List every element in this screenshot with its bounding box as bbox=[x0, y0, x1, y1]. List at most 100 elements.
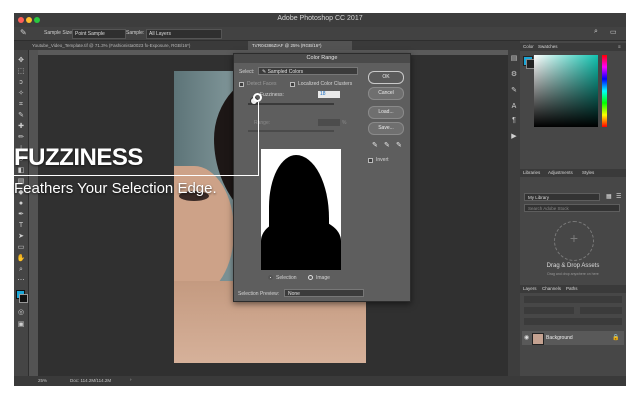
opacity-field[interactable] bbox=[580, 307, 622, 314]
search-icon[interactable]: ⌕ bbox=[594, 28, 598, 36]
color-picker-field[interactable] bbox=[534, 55, 598, 127]
range-label: Range: bbox=[254, 120, 271, 126]
grid-view-icon[interactable]: ▦ bbox=[606, 193, 612, 200]
paragraph-panel-icon[interactable]: ¶ bbox=[509, 116, 519, 125]
list-view-icon[interactable]: ☰ bbox=[616, 193, 621, 200]
dodge-tool-icon[interactable]: ● bbox=[16, 199, 26, 208]
zoom-level[interactable]: 25% bbox=[38, 378, 47, 383]
eyedropper-icon[interactable]: ✎ bbox=[372, 141, 378, 149]
character-panel-icon[interactable]: A bbox=[509, 102, 519, 111]
tab-channels[interactable]: Channels bbox=[542, 286, 561, 291]
color-panel-tabs: Color Swatches ≡ bbox=[520, 43, 626, 51]
tab-paths[interactable]: Paths bbox=[566, 286, 578, 291]
history-panel-icon[interactable]: ▤ bbox=[509, 54, 519, 63]
lasso-tool-icon[interactable]: ↄ bbox=[16, 78, 26, 87]
eyedropper-plus-icon[interactable]: ✎ bbox=[384, 141, 390, 149]
move-tool-icon[interactable]: ✥ bbox=[16, 56, 26, 65]
path-select-icon[interactable]: ➤ bbox=[16, 232, 26, 241]
callout-line-vertical bbox=[258, 102, 259, 176]
collapsed-panel-dock: ▤ ⚙ ✎ A ¶ ▶ bbox=[508, 50, 520, 376]
tab-adjustments[interactable]: Adjustments bbox=[548, 170, 573, 175]
overlay-title: FUZZINESS bbox=[14, 144, 143, 171]
properties-panel-icon[interactable]: ⚙ bbox=[509, 70, 519, 79]
dialog-title: Color Range bbox=[234, 54, 410, 63]
drop-zone[interactable]: + bbox=[554, 221, 594, 261]
screen-mode-icon[interactable]: ▣ bbox=[16, 320, 26, 329]
workspace-icon[interactable]: ▭ bbox=[610, 28, 617, 36]
zoom-tool-icon[interactable]: ⌕ bbox=[16, 265, 26, 274]
panel-menu-icon[interactable]: ≡ bbox=[618, 44, 621, 49]
plus-icon: + bbox=[569, 230, 579, 246]
layer-row-background[interactable]: ◉ Background 🔒 bbox=[522, 331, 624, 345]
more-tools-icon[interactable]: ⋯ bbox=[16, 276, 26, 285]
fuzziness-slider-track[interactable] bbox=[248, 103, 334, 105]
ok-button[interactable]: OK bbox=[368, 71, 404, 84]
range-unit: % bbox=[342, 120, 347, 126]
color-range-dialog: Color Range Select: ✎ Sampled Colors Det… bbox=[233, 53, 411, 302]
layer-thumbnail bbox=[532, 333, 544, 345]
sample-select[interactable]: All Layers bbox=[146, 29, 222, 39]
overlay-subtitle: Feathers Your Selection Edge. bbox=[14, 180, 217, 197]
sample-size-select[interactable]: Point Sample bbox=[72, 29, 126, 39]
layer-name: Background bbox=[546, 335, 573, 341]
hue-slider[interactable] bbox=[602, 55, 607, 127]
select-dropdown[interactable]: ✎ Sampled Colors bbox=[258, 67, 358, 75]
selection-radio-label: Selection bbox=[276, 275, 297, 281]
selection-preview-select[interactable]: None bbox=[284, 289, 364, 297]
drag-drop-title: Drag & Drop Assets bbox=[546, 263, 600, 269]
eyedropper-minus-icon[interactable]: ✎ bbox=[396, 141, 402, 149]
eyedropper-tool-icon[interactable]: ✎ bbox=[20, 28, 27, 37]
tab-layers[interactable]: Layers bbox=[523, 286, 537, 291]
title-bar: Adobe Photoshop CC 2017 bbox=[14, 13, 626, 27]
eyedropper-icon[interactable]: ✎ bbox=[16, 111, 26, 120]
quick-mask-icon[interactable]: ◎ bbox=[16, 308, 26, 317]
eyedropper-small-icon: ✎ bbox=[262, 69, 267, 75]
shape-tool-icon[interactable]: ▭ bbox=[16, 243, 26, 252]
select-label: Select: bbox=[239, 69, 255, 75]
cancel-button[interactable]: Cancel bbox=[368, 87, 404, 100]
tab-portrait[interactable]: Tx'R04386ZIAF @ 25% (RGB/16*) bbox=[248, 41, 352, 50]
options-bar: ✎ Sample Size: Point Sample Sample: All … bbox=[14, 27, 626, 41]
range-slider-track[interactable] bbox=[248, 130, 334, 132]
marquee-tool-icon[interactable]: ⬚ bbox=[16, 67, 26, 76]
invert-checkbox[interactable] bbox=[368, 158, 373, 163]
actions-panel-icon[interactable]: ▶ bbox=[509, 132, 519, 141]
selection-preview-thumbnail bbox=[261, 149, 341, 270]
layer-filter-bar[interactable] bbox=[524, 296, 622, 303]
crop-tool-icon[interactable]: ⌗ bbox=[16, 100, 26, 109]
fuzziness-callout-circle bbox=[253, 93, 262, 102]
brush-tool-icon[interactable]: ✏ bbox=[16, 133, 26, 142]
sample-size-label: Sample Size: bbox=[44, 30, 74, 36]
tab-youtube-template[interactable]: Youtube_Video_Template.tif @ 71.3% (Fash… bbox=[28, 41, 252, 50]
brush-panel-icon[interactable]: ✎ bbox=[509, 86, 519, 95]
save-button[interactable]: Save... bbox=[368, 122, 404, 135]
library-select[interactable]: My Library bbox=[524, 193, 600, 201]
blend-mode-select[interactable] bbox=[524, 307, 574, 314]
pen-tool-icon[interactable]: ✒ bbox=[16, 210, 26, 219]
detect-faces-checkbox[interactable] bbox=[239, 82, 244, 87]
tab-color[interactable]: Color bbox=[523, 44, 534, 49]
detect-faces-label: Detect Faces bbox=[247, 81, 277, 87]
tab-styles[interactable]: Styles bbox=[582, 170, 594, 175]
range-input[interactable] bbox=[318, 119, 340, 126]
visibility-eye-icon[interactable]: ◉ bbox=[524, 334, 529, 341]
quick-select-tool-icon[interactable]: ✧ bbox=[16, 89, 26, 98]
background-color-swatch[interactable] bbox=[19, 294, 28, 303]
library-search-input[interactable]: Search Adobe Stock bbox=[524, 204, 620, 212]
tab-swatches[interactable]: Swatches bbox=[538, 44, 558, 49]
type-tool-icon[interactable]: T bbox=[16, 221, 26, 230]
doc-size: Doc: 114.2M/114.2M bbox=[70, 378, 112, 383]
selection-radio[interactable] bbox=[268, 275, 273, 280]
load-button[interactable]: Load... bbox=[368, 106, 404, 119]
fuzziness-input[interactable]: 18 bbox=[318, 91, 340, 98]
healing-brush-icon[interactable]: ✚ bbox=[16, 122, 26, 131]
status-arrow-icon[interactable]: › bbox=[130, 377, 132, 382]
image-radio[interactable] bbox=[308, 275, 313, 280]
selection-preview-label: Selection Preview: bbox=[238, 291, 280, 297]
hand-tool-icon[interactable]: ✋ bbox=[16, 254, 26, 263]
libraries-panel-tabs: Libraries Adjustments Styles bbox=[520, 169, 626, 177]
localized-clusters-checkbox[interactable] bbox=[290, 82, 295, 87]
tab-libraries[interactable]: Libraries bbox=[523, 170, 540, 175]
document-tabs: Youtube_Video_Template.tif @ 71.3% (Fash… bbox=[14, 41, 520, 50]
tab-label: Tx'R04386ZIAF @ 25% (RGB/16*) bbox=[252, 43, 322, 48]
